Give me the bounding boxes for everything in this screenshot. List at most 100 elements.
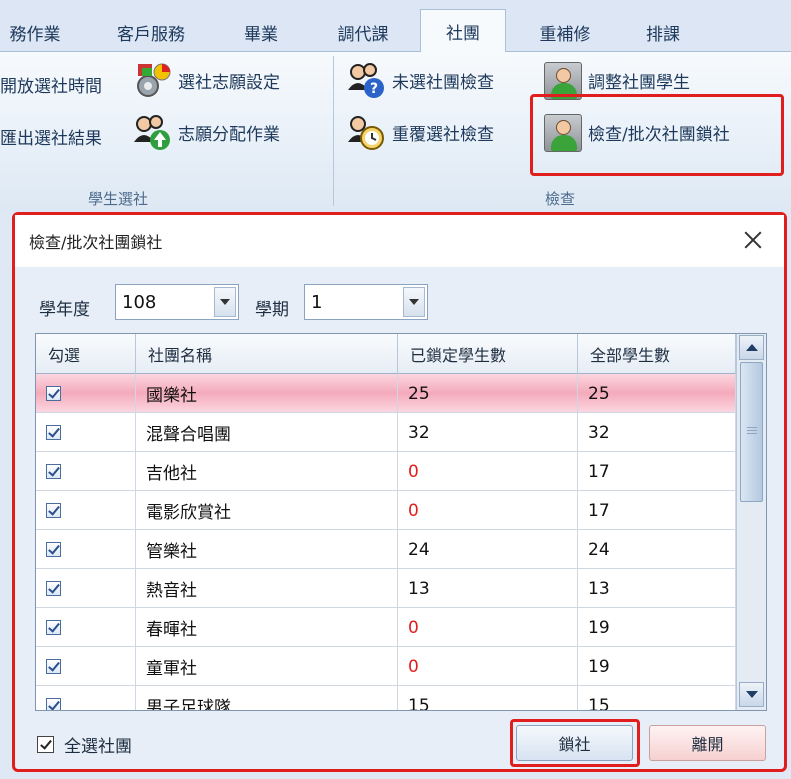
club-name-cell[interactable]: 電影欣賞社 bbox=[136, 491, 398, 530]
total-count-cell[interactable]: 17 bbox=[578, 452, 736, 491]
club-name-cell[interactable]: 吉他社 bbox=[136, 452, 398, 491]
total-count-cell[interactable]: 19 bbox=[578, 608, 736, 647]
table-row[interactable]: 國樂社 25 25 bbox=[36, 374, 736, 413]
open-selection-time-button[interactable]: 開放選社時間 bbox=[0, 62, 102, 106]
leave-button[interactable]: 離開 bbox=[649, 725, 766, 761]
users-upload-icon bbox=[132, 112, 172, 152]
table-row[interactable]: 吉他社 0 17 bbox=[36, 452, 736, 491]
club-name-cell[interactable]: 男子足球隊 bbox=[136, 686, 398, 710]
locked-count-cell[interactable]: 0 bbox=[398, 491, 578, 530]
row-checkbox[interactable] bbox=[46, 386, 61, 401]
club-name-cell[interactable]: 國樂社 bbox=[136, 374, 398, 413]
table-row[interactable]: 熱音社 13 13 bbox=[36, 569, 736, 608]
row-checkbox[interactable] bbox=[46, 698, 61, 710]
table-row[interactable]: 混聲合唱團 32 32 bbox=[36, 413, 736, 452]
preference-setting-button[interactable]: 選社志願設定 bbox=[132, 58, 280, 102]
tab-substitute[interactable]: 調代課 bbox=[318, 12, 408, 52]
total-count-cell[interactable]: 13 bbox=[578, 569, 736, 608]
row-check-cell[interactable] bbox=[36, 530, 136, 569]
table-row[interactable]: 童軍社 0 19 bbox=[36, 647, 736, 686]
row-checkbox[interactable] bbox=[46, 425, 61, 440]
column-header-total-count[interactable]: 全部學生數 bbox=[578, 334, 736, 374]
locked-count-cell[interactable]: 24 bbox=[398, 530, 578, 569]
club-name-cell[interactable]: 管樂社 bbox=[136, 530, 398, 569]
locked-count-cell[interactable]: 32 bbox=[398, 413, 578, 452]
club-name-cell[interactable]: 童軍社 bbox=[136, 647, 398, 686]
unselected-check-label: 未選社團檢查 bbox=[392, 72, 494, 93]
total-count-cell[interactable]: 15 bbox=[578, 686, 736, 710]
select-all-checkbox[interactable]: 全選社團 bbox=[37, 732, 132, 757]
school-year-label: 學年度 bbox=[39, 300, 90, 320]
total-count-cell[interactable]: 24 bbox=[578, 530, 736, 569]
locked-count-cell[interactable]: 25 bbox=[398, 374, 578, 413]
select-all-label: 全選社團 bbox=[64, 737, 132, 757]
checkbox-checked-icon[interactable] bbox=[37, 736, 54, 753]
table-row[interactable]: 電影欣賞社 0 17 bbox=[36, 491, 736, 530]
table-row[interactable]: 男子足球隊 15 15 bbox=[36, 686, 736, 710]
table-row[interactable]: 管樂社 24 24 bbox=[36, 530, 736, 569]
semester-select[interactable]: 1 bbox=[304, 284, 428, 320]
tab-affairs[interactable]: 務作業 bbox=[0, 12, 70, 52]
locked-count-cell[interactable]: 15 bbox=[398, 686, 578, 710]
row-check-cell[interactable] bbox=[36, 686, 136, 710]
close-icon[interactable] bbox=[742, 229, 764, 251]
semester-label: 學期 bbox=[255, 300, 289, 320]
duplicate-check-label: 重覆選社檢查 bbox=[392, 124, 494, 145]
scroll-up-icon[interactable] bbox=[739, 335, 764, 360]
row-check-cell[interactable] bbox=[36, 491, 136, 530]
chevron-down-icon[interactable] bbox=[403, 287, 425, 317]
tab-clubs[interactable]: 社團 bbox=[420, 9, 506, 53]
school-year-select[interactable]: 108 bbox=[115, 284, 239, 320]
ribbon-group-separator bbox=[333, 56, 334, 206]
scroll-down-icon[interactable] bbox=[739, 682, 764, 707]
ribbon-tab-bar: 務作業 客戶服務 畢業 調代課 社團 重補修 排課 bbox=[0, 0, 791, 53]
row-check-cell[interactable] bbox=[36, 413, 136, 452]
chevron-down-icon[interactable] bbox=[214, 287, 236, 317]
club-name-cell[interactable]: 熱音社 bbox=[136, 569, 398, 608]
row-check-cell[interactable] bbox=[36, 569, 136, 608]
ribbon-panel: 開放選社時間 選社志願設定 匯出選社結果 志願分配作業 學生選社 ? 未選社團檢… bbox=[0, 52, 791, 212]
row-check-cell[interactable] bbox=[36, 374, 136, 413]
group-label-student-selection: 學生選社 bbox=[88, 190, 149, 208]
total-count-cell[interactable]: 32 bbox=[578, 413, 736, 452]
unselected-check-button[interactable]: ? 未選社團檢查 bbox=[346, 58, 494, 102]
locked-count-cell[interactable]: 0 bbox=[398, 647, 578, 686]
total-count-cell[interactable]: 25 bbox=[578, 374, 736, 413]
row-checkbox[interactable] bbox=[46, 464, 61, 479]
duplicate-check-button[interactable]: 重覆選社檢查 bbox=[346, 110, 494, 154]
row-checkbox[interactable] bbox=[46, 659, 61, 674]
row-checkbox[interactable] bbox=[46, 620, 61, 635]
total-count-cell[interactable]: 17 bbox=[578, 491, 736, 530]
row-checkbox[interactable] bbox=[46, 581, 61, 596]
grid-header: 勾選 社團名稱 已鎖定學生數 全部學生數 bbox=[36, 334, 736, 374]
column-header-check[interactable]: 勾選 bbox=[36, 334, 136, 374]
semester-value: 1 bbox=[311, 291, 323, 313]
tab-scheduling[interactable]: 排課 bbox=[628, 12, 698, 52]
club-name-cell[interactable]: 混聲合唱團 bbox=[136, 413, 398, 452]
row-check-cell[interactable] bbox=[36, 647, 136, 686]
row-check-cell[interactable] bbox=[36, 452, 136, 491]
export-results-button[interactable]: 匯出選社結果 bbox=[0, 114, 102, 158]
clubs-grid: 勾選 社團名稱 已鎖定學生數 全部學生數 國樂社 25 25 混聲合唱團 32 32 吉他社… bbox=[35, 333, 767, 711]
row-checkbox[interactable] bbox=[46, 542, 61, 557]
row-check-cell[interactable] bbox=[36, 608, 136, 647]
preference-assign-button[interactable]: 志願分配作業 bbox=[132, 110, 280, 154]
dialog-title-bar: 檢查/批次社團鎖社 bbox=[15, 215, 784, 267]
tab-makeup[interactable]: 重補修 bbox=[520, 12, 610, 52]
group-label-check: 檢查 bbox=[545, 190, 576, 208]
total-count-cell[interactable]: 19 bbox=[578, 647, 736, 686]
preference-assign-label: 志願分配作業 bbox=[178, 124, 280, 145]
tab-customer-service[interactable]: 客戶服務 bbox=[96, 12, 206, 52]
column-header-club-name[interactable]: 社團名稱 bbox=[136, 334, 398, 374]
vertical-scrollbar[interactable] bbox=[736, 334, 766, 710]
locked-count-cell[interactable]: 0 bbox=[398, 608, 578, 647]
table-row[interactable]: 春暉社 0 19 bbox=[36, 608, 736, 647]
tab-graduation[interactable]: 畢業 bbox=[226, 12, 296, 52]
locked-count-cell[interactable]: 13 bbox=[398, 569, 578, 608]
row-checkbox[interactable] bbox=[46, 503, 61, 518]
scroll-thumb[interactable] bbox=[740, 362, 763, 502]
club-name-cell[interactable]: 春暉社 bbox=[136, 608, 398, 647]
locked-count-cell[interactable]: 0 bbox=[398, 452, 578, 491]
export-results-label: 匯出選社結果 bbox=[0, 128, 102, 149]
column-header-locked-count[interactable]: 已鎖定學生數 bbox=[398, 334, 578, 374]
